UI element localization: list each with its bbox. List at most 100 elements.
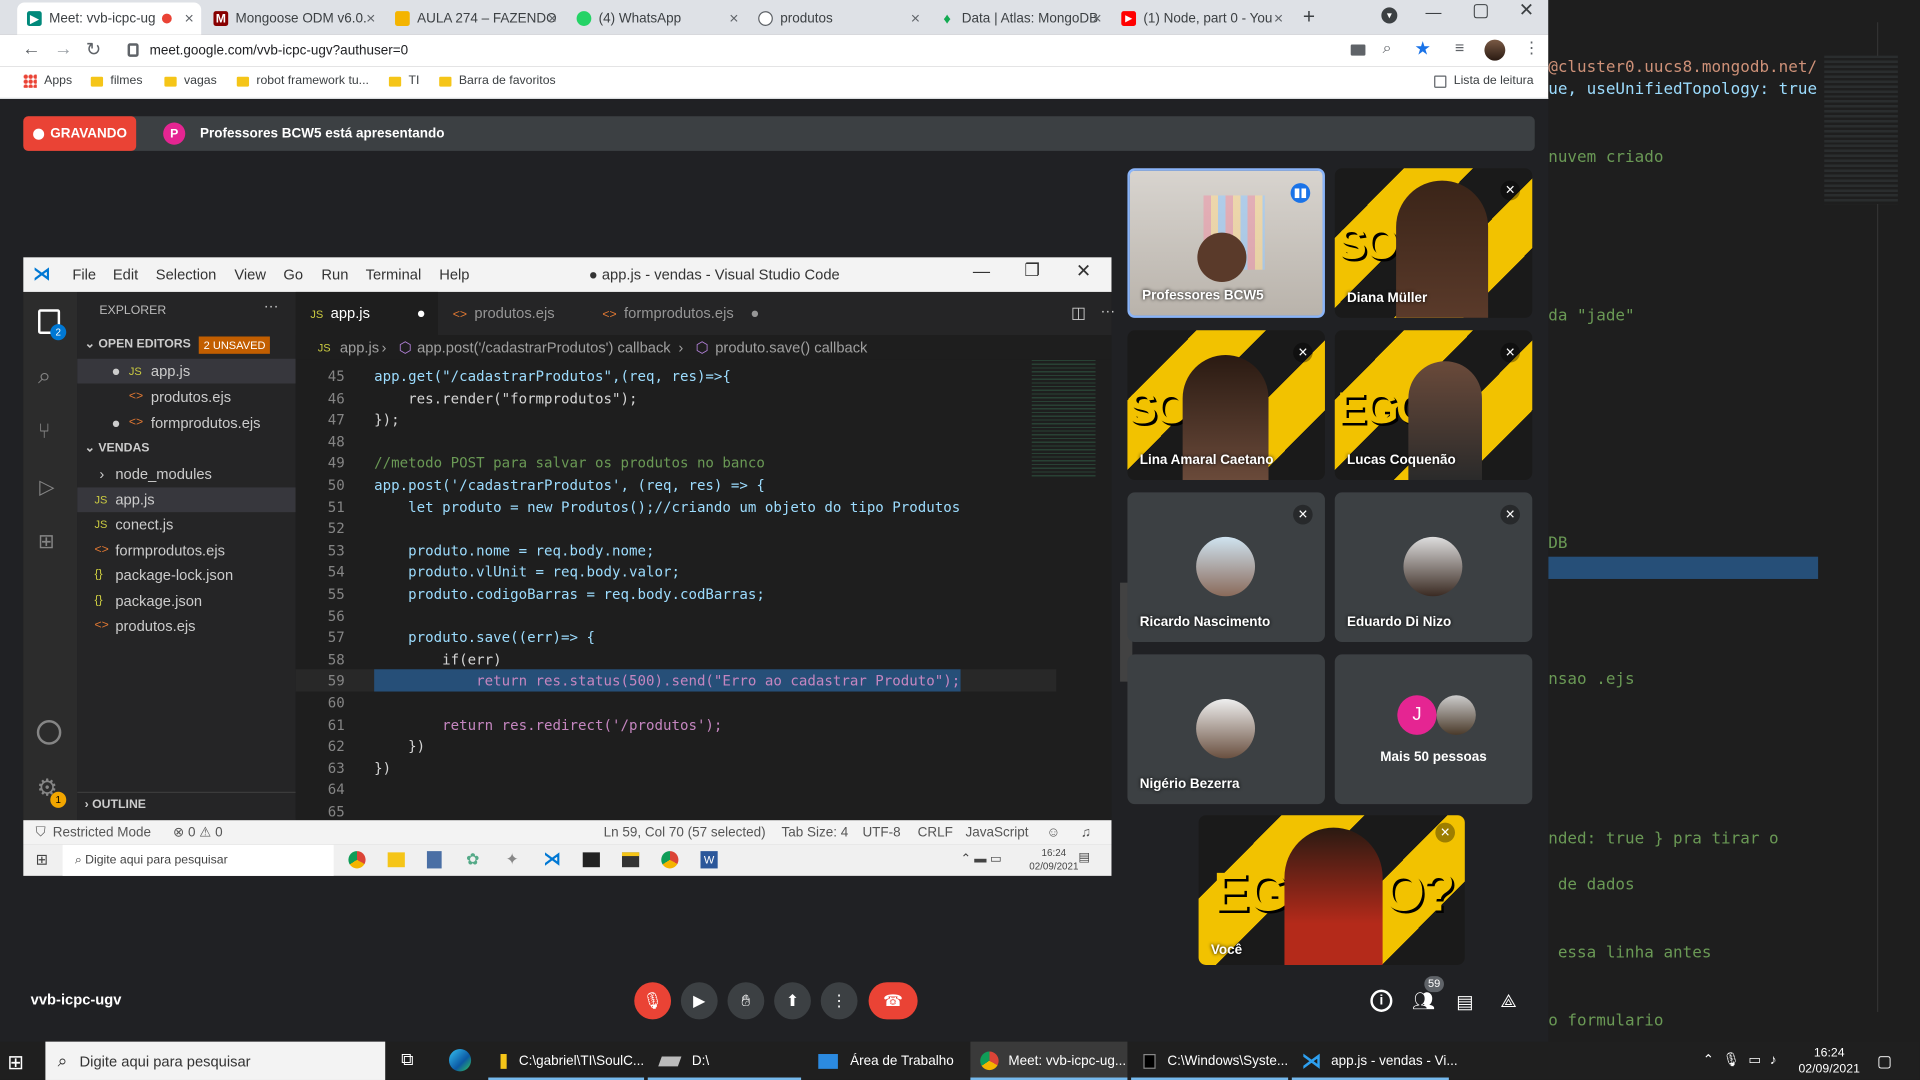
bookmark-robot[interactable]: robot framework tu... — [236, 74, 369, 88]
minimize-icon[interactable]: — — [1426, 2, 1442, 21]
raise-hand-icon[interactable]: ✋︎ — [727, 982, 765, 1020]
media-control-icon[interactable]: ≡ — [1455, 38, 1464, 57]
cursor-position[interactable]: Ln 59, Col 70 (57 selected) — [604, 820, 766, 845]
language-mode[interactable]: JavaScript — [965, 820, 1028, 845]
menu-dots-icon[interactable]: ⋮ — [1524, 38, 1540, 58]
participant-tile[interactable]: SOU ✕ Diana Müller — [1334, 168, 1533, 318]
extensions-icon[interactable]: ⊞ — [38, 529, 54, 554]
minimize-icon[interactable]: — — [973, 261, 990, 281]
bookmark-filmes[interactable]: filmes — [90, 74, 142, 88]
taskbar-app[interactable]: D:\ — [647, 1042, 802, 1080]
menu-edit[interactable]: Edit — [113, 266, 138, 283]
participant-tile[interactable]: ✕ Ricardo Nascimento — [1127, 492, 1325, 643]
open-editor-item[interactable]: ● JS app.js — [77, 358, 296, 384]
code-editor[interactable]: 45 app.get("/cadastrarProdutos",(req, res… — [295, 359, 1133, 820]
breadcrumb-item[interactable]: app.js — [340, 335, 379, 360]
tab-size[interactable]: Tab Size: 4 — [781, 820, 848, 845]
participant-tile-presenter[interactable]: ▮▮ Professores BCW5 — [1127, 168, 1325, 318]
menu-terminal[interactable]: Terminal — [366, 266, 422, 283]
more-participants-tile[interactable]: J Mais 50 pessoas — [1334, 654, 1533, 805]
taskbar-app[interactable]: ⋊ app.js - vendas - Vi... — [1291, 1042, 1458, 1080]
file-item[interactable]: {} package-lock.json — [77, 563, 295, 588]
info-icon[interactable]: i — [1370, 989, 1393, 1012]
camera-permission-icon[interactable] — [1350, 44, 1366, 56]
close-tab-icon[interactable]: × — [1274, 9, 1283, 28]
camera-icon[interactable]: ▶ — [680, 982, 718, 1020]
close-tab-icon[interactable]: × — [185, 9, 194, 28]
taskbar-app[interactable]: C:\Windows\Syste... — [1131, 1042, 1289, 1080]
menu-view[interactable]: View — [234, 266, 266, 283]
editor-tab-app-js[interactable]: JS app.js ● — [295, 291, 438, 336]
source-control-icon[interactable]: ⑂ — [38, 419, 51, 444]
participant-tile[interactable]: EGO ✕ Lucas Coquenão — [1334, 330, 1533, 480]
bookmark-apps[interactable]: Apps — [23, 74, 72, 88]
menu-selection[interactable]: Selection — [156, 266, 217, 283]
windows-start-icon[interactable]: ⊞ — [7, 1050, 23, 1075]
taskbar-app[interactable]: Área de Trabalho — [806, 1042, 967, 1080]
taskbar-search-input[interactable]: ⌕ Digite aqui para pesquisar — [45, 1041, 386, 1080]
tab-whatsapp[interactable]: (4) WhatsApp × — [567, 2, 746, 34]
forward-icon[interactable]: → — [54, 38, 72, 59]
meeting-code[interactable]: vvb-icpc-ugv — [31, 991, 122, 1008]
taskbar-clock[interactable]: 16:24 02/09/2021 — [1798, 1045, 1859, 1077]
file-item[interactable]: <> produtos.ejs — [77, 614, 295, 639]
url-input[interactable]: meet.google.com/vvb-icpc-ugv?authuser=0 — [150, 40, 1377, 62]
menu-go[interactable]: Go — [283, 266, 303, 283]
account-icon[interactable] — [36, 719, 62, 745]
file-item[interactable]: <> formprodutos.ejs — [77, 538, 295, 563]
profile-avatar[interactable] — [1484, 39, 1506, 61]
close-tab-icon[interactable]: × — [911, 9, 920, 28]
editor-tab-formprodutos[interactable]: <> formprodutos.ejs ● — [588, 292, 772, 335]
menu-file[interactable]: File — [72, 266, 96, 283]
bookmark-barra[interactable]: Barra de favoritos — [439, 74, 556, 88]
lock-icon[interactable] — [127, 43, 139, 57]
open-editor-item[interactable]: <> produtos.ejs — [77, 385, 295, 410]
system-tray-icons[interactable]: ⌃🎙︎▭♪ — [1703, 1052, 1785, 1068]
taskbar-app[interactable]: C:\gabriel\TI\SoulC... — [488, 1042, 645, 1080]
close-tab-icon[interactable]: × — [1092, 9, 1101, 28]
close-tab-icon[interactable]: × — [729, 9, 738, 28]
run-debug-icon[interactable]: ▷ — [39, 475, 54, 500]
bookmark-vagas[interactable]: vagas — [164, 74, 217, 88]
project-header[interactable]: ⌄ VENDAS — [77, 437, 295, 462]
restricted-mode[interactable]: Restricted Mode — [53, 820, 151, 845]
restore-icon[interactable]: ❐ — [1024, 260, 1039, 281]
activities-icon[interactable]: ⟁ — [1500, 991, 1516, 1012]
file-item[interactable]: {} package.json — [77, 589, 295, 614]
task-view-icon[interactable]: ⧉ — [401, 1049, 413, 1070]
reload-icon[interactable]: ↻ — [86, 38, 101, 61]
end-call-icon[interactable]: ☎ — [868, 982, 918, 1020]
feedback-icon[interactable]: ☺ — [1046, 820, 1060, 845]
more-actions-icon[interactable]: ··· — [1100, 302, 1115, 319]
maximize-icon[interactable]: ▢ — [1472, 0, 1489, 21]
tab-youtube[interactable]: ▶ (1) Node, part 0 - You × — [1111, 2, 1290, 34]
mic-off-icon[interactable]: 🎙︎ — [634, 982, 672, 1020]
close-window-icon[interactable]: ✕ — [1076, 260, 1091, 282]
tab-search-icon[interactable]: ▾ — [1381, 7, 1398, 24]
participant-tile[interactable]: SOU ✕ Lina Amaral Caetano — [1127, 330, 1325, 480]
file-item[interactable]: JS app.js — [77, 487, 296, 513]
breadcrumb-item[interactable]: produto.save() callback — [715, 335, 867, 360]
close-tab-icon[interactable]: × — [548, 9, 557, 28]
people-icon[interactable]: 👥︎ — [1412, 990, 1435, 1012]
menu-help[interactable]: Help — [439, 266, 469, 283]
chat-icon[interactable]: ▤ — [1456, 991, 1473, 1013]
bookmark-ti[interactable]: TI — [388, 74, 419, 88]
participant-tile[interactable]: Nigério Bezerra — [1127, 654, 1325, 805]
eol[interactable]: CRLF — [918, 820, 953, 845]
folder-item[interactable]: › node_modules — [77, 461, 295, 486]
taskbar-app-active[interactable]: Meet: vvb-icpc-ug... — [970, 1041, 1128, 1080]
close-window-icon[interactable]: ✕ — [1519, 0, 1534, 21]
reading-list[interactable]: Lista de leitura — [1434, 74, 1534, 88]
notifications-icon[interactable]: ▢ — [1877, 1052, 1892, 1072]
present-icon[interactable]: ⬆ — [774, 982, 811, 1020]
participant-tile[interactable]: ✕ Eduardo Di Nizo — [1334, 492, 1533, 643]
encoding[interactable]: UTF-8 — [862, 820, 900, 845]
open-editor-item[interactable]: ● <> formprodutos.ejs — [77, 411, 295, 436]
tab-produtos[interactable]: produtos × — [748, 2, 927, 34]
search-icon[interactable]: ⌕ — [38, 364, 51, 391]
split-editor-icon[interactable]: ◫ — [1071, 303, 1086, 323]
more-actions-icon[interactable]: ··· — [264, 297, 279, 314]
file-item[interactable]: JS conect.js — [77, 512, 295, 537]
menu-run[interactable]: Run — [321, 266, 348, 283]
